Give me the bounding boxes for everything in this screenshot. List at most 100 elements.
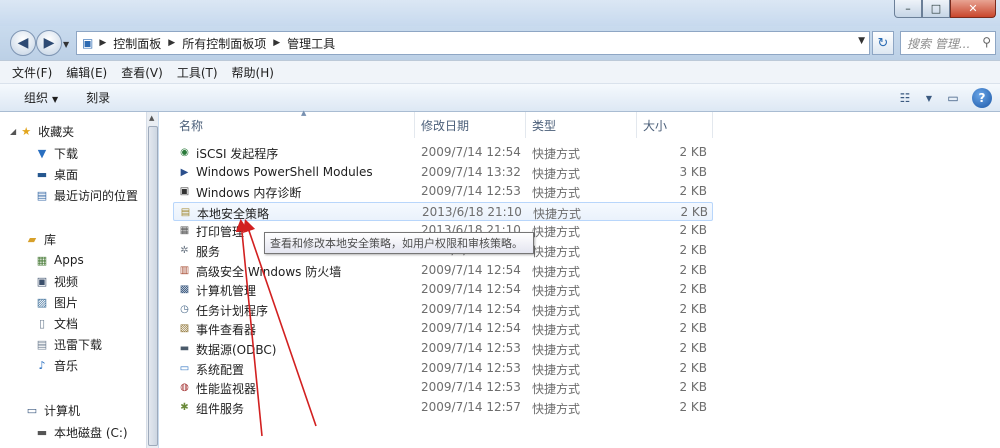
title-bar: – □ ✕ [0,0,1000,26]
menu-edit[interactable]: 编辑(E) [66,64,107,81]
search-input[interactable]: 搜索 管理... ⚲ [900,31,996,55]
column-header-type[interactable]: 类型 [526,112,637,138]
column-header-date[interactable]: 修改日期 [415,112,526,138]
column-header-size[interactable]: 大小 [637,112,713,138]
file-name: 计算机管理 [196,284,257,299]
file-type: 快捷方式 [532,362,581,377]
back-arrow-icon: ◀ [17,35,29,51]
file-type: 快捷方式 [532,382,581,397]
nav-computer[interactable]: ▭ 计算机 [24,400,80,420]
collapse-icon[interactable]: ◢ [10,127,16,136]
menu-tools[interactable]: 工具(T) [177,64,218,81]
refresh-icon: ↻ [877,35,889,51]
maximize-button[interactable]: □ [922,0,950,18]
file-type: 快捷方式 [532,303,581,318]
library-icon: ▰ [27,232,37,246]
file-name: 性能监视器 [196,382,257,397]
file-name: 数据源(ODBC) [196,343,277,357]
command-bar: 组织 ▼ 刻录 ☷ ▼ ▭ ? [0,84,1000,112]
file-date: 2009/7/14 12:53 [421,184,521,199]
change-view-icon[interactable]: ☷ [894,87,916,109]
nav-music-label: 音乐 [54,358,79,373]
computer-management-icon: ▩ [179,284,190,296]
file-row[interactable]: ◍ 性能监视器 2009/7/14 12:53 快捷方式 2 KB [173,378,713,397]
help-icon[interactable]: ? [972,88,992,108]
nav-local-disk-c-label: 本地磁盘 (C:) [54,425,128,440]
breadcrumb-chevron-icon[interactable]: ▶ [270,38,283,48]
file-name: Windows PowerShell Modules [196,164,373,179]
chevron-down-icon: ▼ [52,95,59,104]
view-dropdown-icon[interactable]: ▼ [924,87,934,109]
nav-videos[interactable]: ▣ 视频 [34,271,78,291]
file-row[interactable]: ✱ 组件服务 2009/7/14 12:57 快捷方式 2 KB [173,398,713,417]
breadcrumb-chevron-icon[interactable]: ▶ [96,38,109,48]
menu-view[interactable]: 查看(V) [121,64,163,81]
column-header-name[interactable]: 名称 ▲ [173,109,415,138]
nav-recent-places[interactable]: ▤ 最近访问的位置 [34,185,138,205]
breadcrumb-chevron-icon[interactable]: ▶ [165,38,178,48]
file-date: 2009/7/14 13:32 [421,164,521,179]
nav-scrollbar[interactable]: ▲ [146,112,158,448]
column-header-name-label: 名称 [179,118,204,133]
file-size: 2 KB [679,145,707,159]
nav-scrollbar-thumb[interactable] [148,126,158,446]
file-date: 2009/7/14 12:54 [421,321,521,336]
file-row[interactable]: ▧ 事件查看器 2009/7/14 12:54 快捷方式 2 KB [173,319,713,338]
menu-help[interactable]: 帮助(H) [232,64,274,81]
nav-music[interactable]: ♪ 音乐 [34,355,78,375]
preview-pane-icon[interactable]: ▭ [942,87,964,109]
file-name: 组件服务 [196,401,245,416]
file-row[interactable]: ▬ 数据源(ODBC) 2009/7/14 12:53 快捷方式 2 KB [173,339,713,358]
address-bar[interactable]: ▣ ▶ 控制面板 ▶ 所有控制面板项 ▶ 管理工具 ▼ [76,31,870,55]
computer-icon: ▭ [26,403,38,417]
close-button[interactable]: ✕ [950,0,996,18]
nav-pictures-label: 图片 [54,295,79,310]
address-dropdown-icon[interactable]: ▼ [858,36,865,46]
file-row[interactable]: ▤ 本地安全策略 2013/6/18 21:10 快捷方式 2 KB [173,201,713,221]
component-services-icon: ✱ [180,401,189,413]
refresh-button[interactable]: ↻ [872,31,894,55]
breadcrumb-control-panel[interactable]: 控制面板 [109,35,165,52]
file-size: 2 KB [679,223,707,238]
nav-libraries-label: 库 [44,232,57,247]
control-panel-icon: ▣ [82,36,94,50]
file-size: 2 KB [679,184,707,199]
nav-desktop-label: 桌面 [54,167,79,182]
organize-button[interactable]: 组织 ▼ [24,89,58,106]
breadcrumb-all-items[interactable]: 所有控制面板项 [178,35,270,52]
file-row[interactable]: ▣ Windows 内存诊断 2009/7/14 12:53 快捷方式 2 KB [173,182,713,201]
file-row[interactable]: ◷ 任务计划程序 2009/7/14 12:54 快捷方式 2 KB [173,300,713,319]
file-row[interactable]: ▥ 高级安全 Windows 防火墙 2009/7/14 12:54 快捷方式 2 KB [173,261,713,280]
nav-pictures[interactable]: ▨ 图片 [34,292,78,312]
address-row: ◀ ▶ ▼ ▣ ▶ 控制面板 ▶ 所有控制面板项 ▶ 管理工具 ▼ ↻ 搜索 管… [0,26,1000,60]
thunder-downloads-icon: ▤ [36,337,48,351]
recent-pages-dropdown-icon[interactable]: ▼ [63,40,69,49]
nav-documents[interactable]: ▯ 文档 [34,313,78,333]
file-date: 2009/7/14 12:54 [421,145,521,159]
nav-local-disk-c[interactable]: ▬ 本地磁盘 (C:) [34,422,128,442]
column-header-type-label: 类型 [532,118,557,133]
file-name: 服务 [196,245,221,259]
breadcrumb-admin-tools[interactable]: 管理工具 [283,35,339,52]
nav-apps[interactable]: ▦ Apps [34,250,84,270]
scroll-up-icon[interactable]: ▲ [149,114,154,122]
file-row[interactable]: ▭ 系统配置 2009/7/14 12:53 快捷方式 2 KB [173,359,713,378]
file-date: 2009/7/14 12:54 [421,301,521,316]
nav-favorites[interactable]: ◢ ★ 收藏夹 [10,121,74,141]
nav-thunder-downloads[interactable]: ▤ 迅雷下载 [34,334,102,354]
forward-button[interactable]: ▶ [36,30,62,56]
nav-libraries[interactable]: ▰ 库 [24,229,56,249]
menu-file[interactable]: 文件(F) [12,64,52,81]
sort-ascending-icon: ▲ [301,109,307,117]
burn-button[interactable]: 刻录 [86,89,110,106]
file-row[interactable]: ◉ iSCSI 发起程序 2009/7/14 12:54 快捷方式 2 KB [173,143,713,162]
navigation-pane: ◢ ★ 收藏夹 ▼ 下载 ▬ 桌面 ▤ 最近访问的位置 ▰ 库 ▦ Apps ▣… [0,112,158,448]
videos-icon: ▣ [36,274,48,288]
back-button[interactable]: ◀ [10,30,36,56]
nav-downloads[interactable]: ▼ 下载 [34,143,78,163]
file-size: 2 KB [679,399,707,414]
minimize-button[interactable]: – [894,0,922,18]
file-row[interactable]: ▩ 计算机管理 2009/7/14 12:54 快捷方式 2 KB [173,280,713,299]
nav-desktop[interactable]: ▬ 桌面 [34,164,78,184]
file-row[interactable]: ▶ Windows PowerShell Modules 2009/7/14 13:… [173,163,713,182]
